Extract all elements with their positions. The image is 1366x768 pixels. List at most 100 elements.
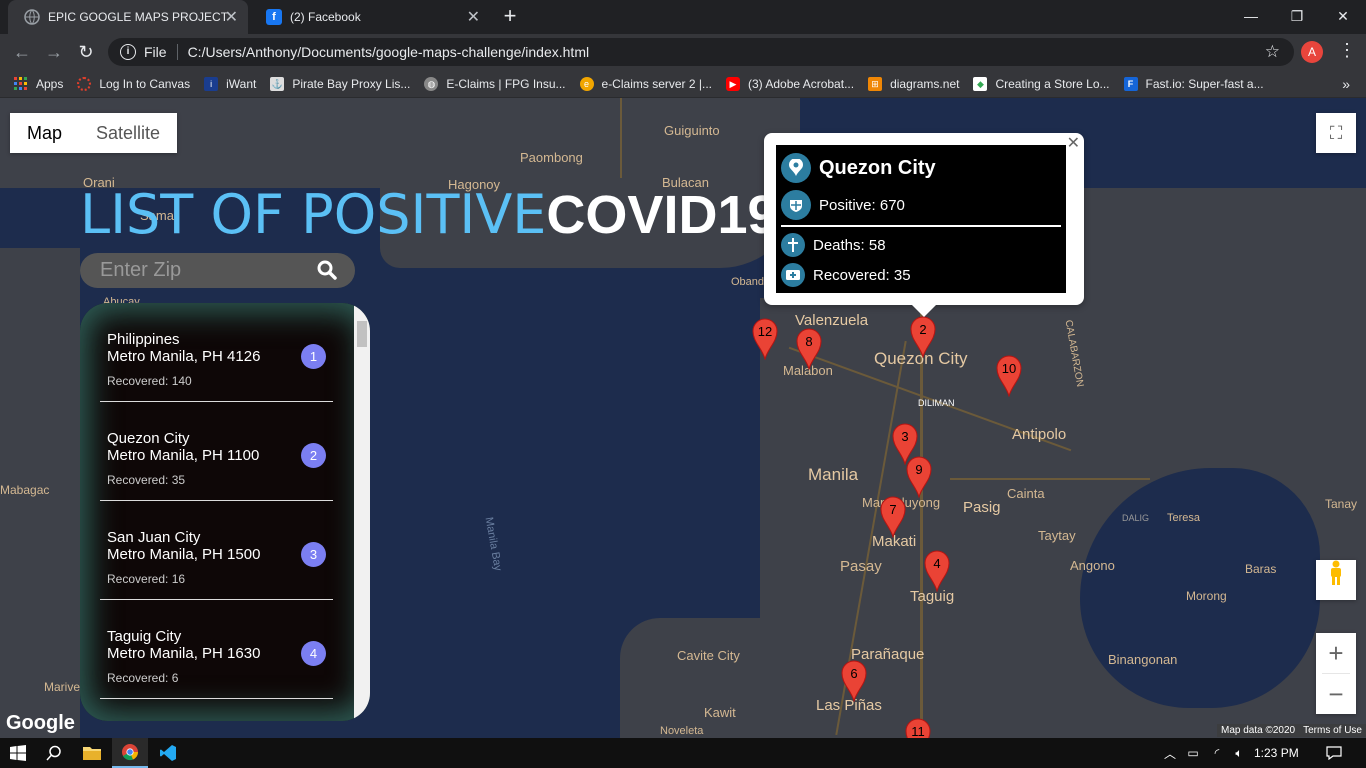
tab-title: EPIC GOOGLE MAPS PROJECT bbox=[48, 10, 229, 24]
tab-epic-google-maps[interactable]: EPIC GOOGLE MAPS PROJECT ✕ bbox=[8, 0, 248, 34]
info-window-content: Quezon City Positive: 670 Deaths: 58 Rec bbox=[776, 145, 1066, 293]
map-marker-2[interactable]: 2 bbox=[910, 316, 936, 359]
map-marker-10[interactable]: 10 bbox=[996, 355, 1022, 398]
address-url[interactable]: C:/Users/Anthony/Documents/google-maps-c… bbox=[188, 44, 590, 60]
reload-icon[interactable]: ↻ bbox=[74, 40, 98, 64]
google-logo[interactable]: Google bbox=[6, 712, 75, 735]
map-canvas[interactable]: Guiguinto Paombong Hagonoy Bulacan Orani… bbox=[0, 98, 1366, 738]
close-info-window-icon[interactable]: ✕ bbox=[1067, 133, 1080, 153]
map-data-credit: Map data ©2020 bbox=[1221, 725, 1296, 736]
new-tab-button[interactable]: + bbox=[498, 4, 522, 28]
close-window-icon[interactable]: ✕ bbox=[1320, 0, 1366, 32]
address-bar[interactable]: i File C:/Users/Anthony/Documents/google… bbox=[108, 38, 1294, 66]
map-marker-4[interactable]: 4 bbox=[924, 550, 950, 593]
zip-search-input[interactable] bbox=[100, 259, 300, 282]
map-label: DALIG bbox=[1122, 513, 1150, 523]
chrome-icon[interactable] bbox=[112, 738, 148, 768]
close-tab-icon[interactable]: ✕ bbox=[225, 7, 238, 27]
store-name: Taguig City Metro Manila, PH 1630 bbox=[107, 628, 261, 662]
store-name: Quezon City Metro Manila, PH 1100 bbox=[107, 430, 260, 464]
eclaims-icon: e bbox=[579, 76, 594, 91]
bookmark-eclaims-fpg[interactable]: ◍ E-Claims | FPG Insu... bbox=[424, 76, 566, 91]
map-marker-8[interactable]: 8 bbox=[796, 328, 822, 371]
info-icon[interactable]: i bbox=[120, 44, 136, 60]
store-recovered: Recovered: 6 bbox=[107, 671, 179, 685]
pirate-icon: ⚓ bbox=[270, 76, 285, 91]
bookmark-apps[interactable]: Apps bbox=[14, 76, 63, 91]
map-type-satellite-button[interactable]: Satellite bbox=[79, 113, 177, 153]
map-marker-7[interactable]: 7 bbox=[880, 496, 906, 539]
windows-start-icon[interactable] bbox=[0, 738, 36, 768]
profile-avatar[interactable]: A bbox=[1301, 41, 1323, 63]
bookmark-canvas[interactable]: Log In to Canvas bbox=[77, 76, 191, 91]
store-list-item[interactable]: Quezon City Metro Manila, PH 1100 Recover… bbox=[100, 402, 333, 501]
info-divider bbox=[781, 225, 1061, 227]
bookmark-label: Log In to Canvas bbox=[99, 76, 191, 91]
bookmark-diagrams[interactable]: ⊞ diagrams.net bbox=[868, 76, 960, 91]
store-recovered: Recovered: 140 bbox=[107, 374, 192, 388]
search-icon[interactable] bbox=[36, 738, 72, 768]
map-marker-9[interactable]: 9 bbox=[906, 456, 932, 499]
map-label: DILIMAN bbox=[918, 398, 955, 408]
globe-icon bbox=[24, 9, 40, 25]
map-marker-6[interactable]: 6 bbox=[841, 660, 867, 703]
store-list-item[interactable]: Taguig City Metro Manila, PH 1630 Recover… bbox=[100, 600, 333, 699]
map-type-control: Map Satellite bbox=[10, 113, 178, 153]
minimize-icon[interactable]: — bbox=[1228, 0, 1274, 32]
map-label: Cavite City bbox=[677, 648, 740, 663]
youtube-icon: ▶ bbox=[726, 76, 740, 91]
street-view-pegman-icon[interactable] bbox=[1316, 560, 1356, 600]
more-bookmarks-icon[interactable]: » bbox=[1342, 76, 1350, 92]
map-label: Cainta bbox=[1007, 486, 1045, 501]
list-scrollbar[interactable] bbox=[354, 303, 370, 721]
bookmark-store-locator[interactable]: ◆ Creating a Store Lo... bbox=[973, 76, 1110, 91]
map-marker-12[interactable]: 12 bbox=[752, 318, 778, 361]
zoom-out-button[interactable]: − bbox=[1316, 674, 1356, 714]
diagrams-icon: ⊞ bbox=[868, 76, 883, 91]
store-list-item[interactable]: Philippines Metro Manila, PH 4126 Recover… bbox=[100, 303, 333, 402]
bookmark-star-icon[interactable]: ☆ bbox=[1265, 42, 1280, 62]
map-label: Angono bbox=[1070, 558, 1115, 573]
zoom-in-button[interactable]: + bbox=[1316, 633, 1356, 673]
bookmark-label: diagrams.net bbox=[890, 76, 960, 91]
scrollbar-thumb[interactable] bbox=[357, 321, 367, 347]
globe-icon: ◍ bbox=[424, 76, 439, 91]
tab-facebook[interactable]: f (2) Facebook ✕ bbox=[250, 0, 490, 34]
taskbar-clock[interactable]: 1:23 PM bbox=[1254, 746, 1299, 760]
stores-list[interactable]: Philippines Metro Manila, PH 4126 Recover… bbox=[80, 303, 370, 721]
volume-icon[interactable]: 🔈︎ bbox=[1221, 738, 1257, 768]
bookmark-iwant[interactable]: i iWant bbox=[204, 76, 257, 91]
close-tab-icon[interactable]: ✕ bbox=[467, 7, 480, 27]
bookmark-label: Creating a Store Lo... bbox=[995, 76, 1110, 91]
apps-icon bbox=[14, 76, 28, 91]
forward-arrow-icon[interactable]: → bbox=[42, 40, 66, 64]
bookmark-label: iWant bbox=[226, 76, 257, 91]
map-marker-11[interactable]: 11 bbox=[905, 718, 931, 738]
info-positive-row: Positive: 670 bbox=[781, 190, 905, 220]
bookmark-eclaims-server[interactable]: e e-Claims server 2 |... bbox=[579, 76, 712, 91]
back-arrow-icon[interactable]: ← bbox=[10, 40, 34, 64]
bookmarks-bar: Apps Log In to Canvas i iWant ⚓ Pirate B… bbox=[0, 70, 1366, 98]
map-label: Manila Bay bbox=[482, 516, 504, 572]
restore-icon[interactable]: ❐ bbox=[1274, 0, 1320, 32]
map-label: Paombong bbox=[520, 150, 583, 165]
map-type-map-button[interactable]: Map bbox=[10, 113, 79, 153]
map-label: Manila bbox=[808, 465, 859, 484]
bookmark-fastio[interactable]: F Fast.io: Super-fast a... bbox=[1123, 76, 1264, 91]
map-label: Morong bbox=[1186, 589, 1227, 603]
vscode-icon[interactable] bbox=[150, 738, 186, 768]
location-pin-icon bbox=[781, 153, 811, 183]
fullscreen-icon[interactable]: ⛶ bbox=[1316, 113, 1356, 153]
file-explorer-icon[interactable] bbox=[74, 738, 110, 768]
zoom-control: + − bbox=[1316, 633, 1356, 714]
info-window-tail bbox=[912, 305, 936, 317]
terms-of-use-link[interactable]: Terms of Use bbox=[1303, 725, 1362, 736]
bookmark-pirate-bay[interactable]: ⚓ Pirate Bay Proxy Lis... bbox=[270, 76, 410, 91]
store-index-badge: 2 bbox=[301, 443, 326, 468]
bookmark-adobe[interactable]: ▶ (3) Adobe Acrobat... bbox=[726, 76, 854, 91]
more-menu-icon[interactable]: ⋮ bbox=[1338, 40, 1356, 61]
search-icon[interactable] bbox=[317, 260, 337, 285]
notifications-icon[interactable] bbox=[1316, 738, 1352, 768]
bookmark-label: Fast.io: Super-fast a... bbox=[1145, 76, 1264, 91]
store-list-item[interactable]: San Juan City Metro Manila, PH 1500 Recov… bbox=[100, 501, 333, 600]
